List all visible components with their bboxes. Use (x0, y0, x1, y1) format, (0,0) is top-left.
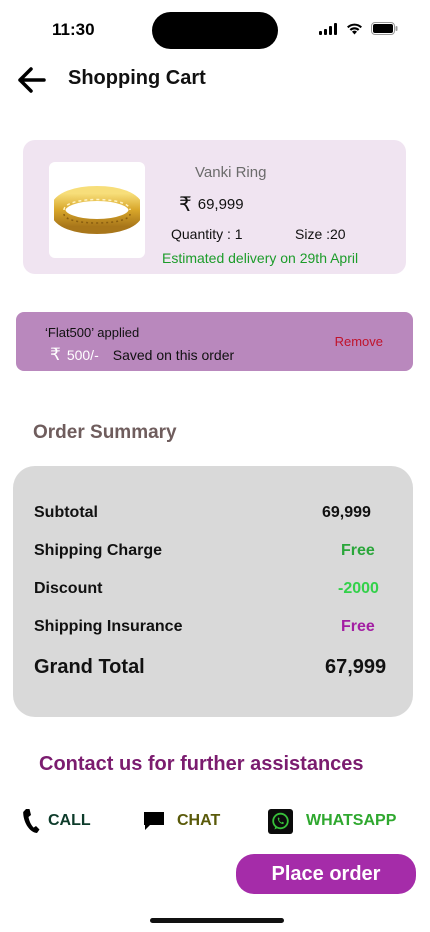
status-bar: 11:30 (0, 0, 430, 62)
place-order-button[interactable]: Place order (236, 854, 416, 894)
coupon-amount: 500/- (66, 347, 99, 363)
product-price: ₹ 69,999 (179, 192, 244, 216)
order-summary-card: Subtotal 69,999 Shipping Charge Free Dis… (13, 466, 413, 717)
call-label: CALL (48, 812, 91, 829)
rupee-icon: ₹ (179, 192, 192, 216)
shipping-insurance-value: Free (341, 618, 375, 635)
discount-label: Discount (34, 580, 103, 597)
gold-bracelet-image (54, 186, 140, 234)
discount-value: -2000 (338, 580, 379, 597)
dynamic-island (152, 12, 278, 49)
order-summary-title: Order Summary (33, 422, 177, 443)
delivery-estimate: Estimated delivery on 29th April (162, 250, 359, 266)
shipping-charge-label: Shipping Charge (34, 542, 162, 559)
status-icons (319, 22, 398, 35)
wifi-icon (347, 23, 362, 34)
size-label: Size :20 (295, 226, 346, 242)
cellular-signal-icon (319, 22, 337, 35)
chat-label: CHAT (177, 812, 221, 829)
call-button[interactable]: CALL (22, 806, 91, 836)
home-indicator (150, 918, 284, 923)
grand-total-label: Grand Total (34, 656, 145, 678)
subtotal-value: 69,999 (322, 504, 371, 521)
arrow-left-icon (18, 67, 46, 93)
chat-button[interactable]: CHAT (143, 806, 220, 836)
price-value: 69,999 (197, 195, 244, 213)
contact-title: Contact us for further assistances (39, 753, 364, 775)
subtotal-label: Subtotal (34, 504, 98, 521)
coupon-saved-text: Saved on this order (112, 347, 235, 363)
coupon-applied-banner: ‘Flat500’ applied ₹ 500/- Saved on this … (16, 312, 413, 371)
shipping-insurance-label: Shipping Insurance (34, 618, 183, 635)
rupee-icon: ₹ (50, 345, 61, 365)
coupon-savings: ₹ 500/- Saved on this order (50, 345, 234, 365)
coupon-applied-text: ‘Flat500’ applied (45, 325, 140, 340)
back-button[interactable] (14, 64, 48, 96)
product-image[interactable] (49, 162, 145, 258)
phone-icon (23, 809, 40, 833)
battery-icon (371, 22, 398, 35)
whatsapp-label: WHATSAPP (306, 812, 397, 829)
product-name[interactable]: Vanki Ring (195, 164, 266, 181)
quantity-label: Quantity : 1 (171, 226, 243, 242)
whatsapp-button[interactable]: WHATSAPP (268, 806, 396, 836)
cart-item-card[interactable]: Vanki Ring ₹ 69,999 Quantity : 1 Size :2… (23, 140, 406, 274)
chat-icon (144, 812, 164, 830)
status-time: 11:30 (52, 20, 95, 39)
remove-coupon-button[interactable]: Remove (335, 334, 383, 349)
grand-total-value: 67,999 (325, 656, 387, 678)
shipping-charge-value: Free (341, 542, 375, 559)
page-title: Shopping Cart (68, 67, 206, 89)
whatsapp-icon (268, 808, 293, 834)
